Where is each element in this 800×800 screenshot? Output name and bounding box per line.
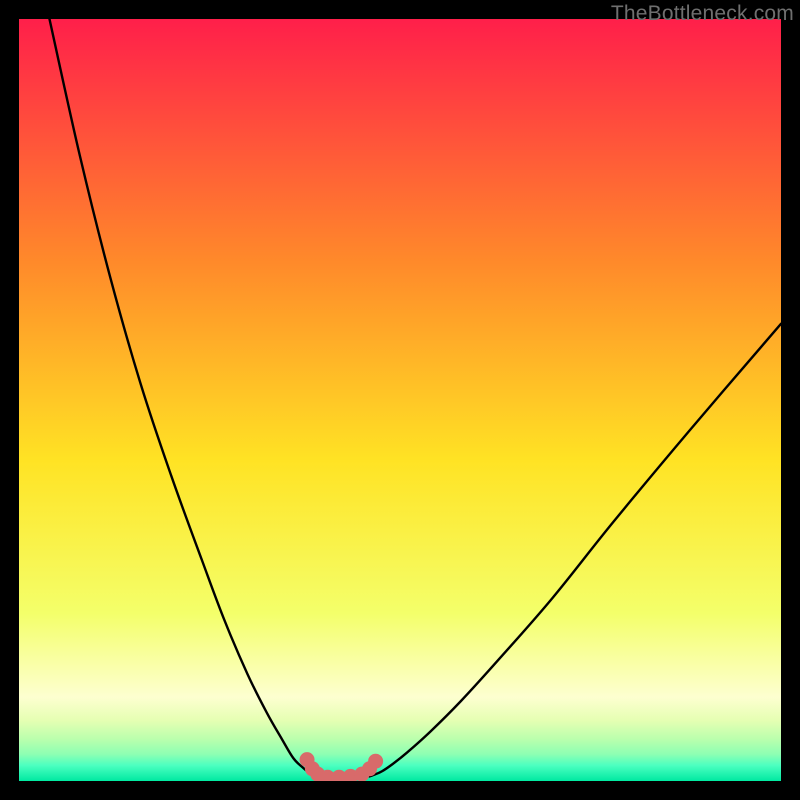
chart-frame [19, 19, 781, 781]
left-curve [49, 19, 316, 776]
valley-knot [368, 754, 383, 769]
chart-plot [19, 19, 781, 781]
watermark-text: TheBottleneck.com [611, 2, 794, 26]
right-curve [370, 324, 781, 777]
